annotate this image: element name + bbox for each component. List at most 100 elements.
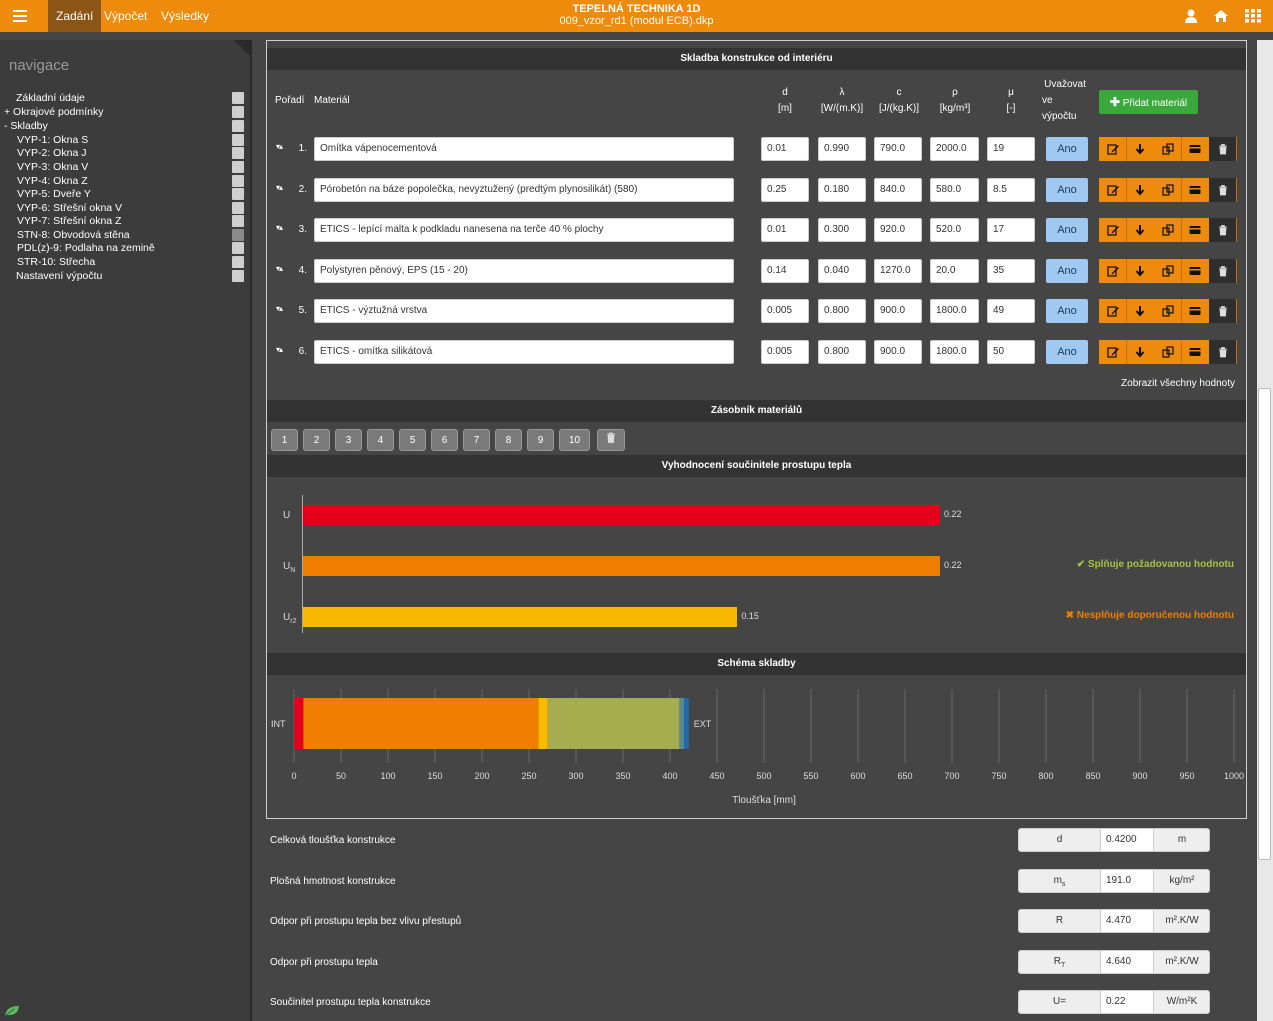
input-rho[interactable]: 520.0 — [930, 218, 979, 242]
edit-button[interactable] — [1099, 137, 1127, 161]
nav-item-checkbox[interactable] — [232, 147, 244, 159]
input-c[interactable]: 1270.0 — [874, 258, 922, 283]
input-rho[interactable]: 580.0 — [930, 177, 979, 202]
trash-button[interactable] — [1209, 177, 1237, 202]
input-d[interactable]: 0.005 — [761, 299, 809, 323]
nav-item-checkbox[interactable] — [232, 134, 244, 146]
user-icon[interactable] — [1183, 9, 1199, 23]
reorder-arrows-icon[interactable]: ▾▴ — [276, 345, 283, 354]
down-button[interactable] — [1126, 177, 1155, 202]
card-button[interactable] — [1181, 339, 1210, 364]
edit-button[interactable] — [1099, 177, 1127, 202]
consider-toggle[interactable]: Ano — [1046, 177, 1088, 202]
stack-slot-button[interactable]: 4 — [367, 429, 394, 451]
input-c[interactable]: 920.0 — [874, 218, 922, 242]
edit-button[interactable] — [1099, 258, 1127, 283]
nav-item-checkbox[interactable] — [232, 175, 244, 187]
trash-button[interactable] — [1209, 218, 1237, 242]
input-material[interactable]: Pórobetón na báze popolečka, nevyztužený… — [314, 177, 734, 202]
card-button[interactable] — [1181, 258, 1210, 283]
reorder-arrows-icon[interactable]: ▾▴ — [276, 142, 283, 151]
down-button[interactable] — [1126, 137, 1155, 161]
card-button[interactable] — [1181, 299, 1210, 323]
nav-item[interactable]: VYP-4: Okna Z — [0, 174, 244, 188]
nav-item[interactable]: VYP-3: Okna V — [0, 160, 244, 174]
stack-delete-button[interactable] — [597, 429, 625, 451]
nav-item-checkbox[interactable] — [232, 120, 244, 132]
trash-button[interactable] — [1209, 299, 1237, 323]
card-button[interactable] — [1181, 177, 1210, 202]
input-lambda[interactable]: 0.800 — [818, 299, 866, 323]
down-button[interactable] — [1126, 299, 1155, 323]
stack-slot-button[interactable]: 2 — [303, 429, 330, 451]
nav-item[interactable]: VYP-7: Střešní okna Z — [0, 214, 244, 228]
stack-slot-button[interactable]: 3 — [335, 429, 362, 451]
input-mu[interactable]: 49 — [987, 299, 1035, 323]
copy-button[interactable] — [1154, 137, 1182, 161]
down-button[interactable] — [1126, 218, 1155, 242]
consider-toggle[interactable]: Ano — [1046, 137, 1088, 161]
down-button[interactable] — [1126, 258, 1155, 283]
nav-item[interactable]: PDL(z)-9: Podlaha na zemině — [0, 241, 244, 255]
input-rho[interactable]: 1800.0 — [930, 339, 979, 364]
input-c[interactable]: 900.0 — [874, 339, 922, 364]
nav-item[interactable]: Základní údaje — [0, 91, 244, 105]
nav-item[interactable]: VYP-2: Okna J — [0, 146, 244, 160]
copy-button[interactable] — [1154, 258, 1182, 283]
input-lambda[interactable]: 0.040 — [818, 258, 866, 283]
input-lambda[interactable]: 0.180 — [818, 177, 866, 202]
input-d[interactable]: 0.14 — [761, 258, 809, 283]
copy-button[interactable] — [1154, 339, 1182, 364]
input-material[interactable]: Omítka vápenocementová — [314, 137, 734, 161]
input-lambda[interactable]: 0.800 — [818, 339, 866, 364]
input-mu[interactable]: 17 — [987, 218, 1035, 242]
input-material[interactable]: ETICS - lepící malta k podkladu nanesena… — [314, 218, 734, 242]
reorder-arrows-icon[interactable]: ▾▴ — [276, 223, 283, 232]
stack-slot-button[interactable]: 6 — [431, 429, 458, 451]
reorder-arrows-icon[interactable]: ▾▴ — [276, 183, 283, 192]
stack-slot-button[interactable]: 5 — [399, 429, 426, 451]
consider-toggle[interactable]: Ano — [1046, 258, 1088, 283]
reorder-arrows-icon[interactable]: ▾▴ — [276, 264, 283, 273]
input-mu[interactable]: 8.5 — [987, 177, 1035, 202]
stack-slot-button[interactable]: 10 — [559, 429, 590, 451]
consider-toggle[interactable]: Ano — [1046, 299, 1088, 323]
nav-item[interactable]: STR-10: Střecha — [0, 255, 244, 269]
input-rho[interactable]: 1800.0 — [930, 299, 979, 323]
nav-item-checkbox[interactable] — [232, 202, 244, 214]
stack-slot-button[interactable]: 1 — [271, 429, 298, 451]
input-d[interactable]: 0.01 — [761, 218, 809, 242]
reorder-arrows-icon[interactable]: ▾▴ — [276, 304, 283, 313]
nav-item[interactable]: - Skladby — [0, 119, 244, 133]
input-c[interactable]: 840.0 — [874, 177, 922, 202]
input-mu[interactable]: 19 — [987, 137, 1035, 161]
input-d[interactable]: 0.005 — [761, 339, 809, 364]
input-material[interactable]: ETICS - omítka silikátová — [314, 339, 734, 364]
trash-button[interactable] — [1209, 258, 1237, 283]
nav-item[interactable]: STN-8: Obvodová stěna — [0, 228, 244, 242]
nav-item[interactable]: VYP-1: Okna S — [0, 133, 244, 147]
input-d[interactable]: 0.01 — [761, 137, 809, 161]
nav-item-checkbox[interactable] — [232, 188, 244, 200]
nav-item-checkbox[interactable] — [232, 242, 244, 254]
consider-toggle[interactable]: Ano — [1046, 339, 1088, 364]
input-rho[interactable]: 20.0 — [930, 258, 979, 283]
input-mu[interactable]: 50 — [987, 339, 1035, 364]
nav-item-checkbox[interactable] — [232, 92, 244, 104]
nav-item-checkbox[interactable] — [232, 215, 244, 227]
nav-item-checkbox[interactable] — [232, 161, 244, 173]
nav-item[interactable]: + Okrajové podmínky — [0, 105, 244, 119]
edit-button[interactable] — [1099, 299, 1127, 323]
show-all-values-link[interactable]: Zobrazit všechny hodnoty — [1121, 378, 1235, 389]
card-button[interactable] — [1181, 218, 1210, 242]
nav-item[interactable]: VYP-5: Dveře Y — [0, 187, 244, 201]
down-button[interactable] — [1126, 339, 1155, 364]
nav-item[interactable]: Nastavení výpočtu — [0, 269, 244, 283]
nav-item-checkbox[interactable] — [232, 106, 244, 118]
consider-toggle[interactable]: Ano — [1046, 218, 1088, 242]
input-c[interactable]: 790.0 — [874, 137, 922, 161]
copy-button[interactable] — [1154, 299, 1182, 323]
scrollbar-thumb[interactable] — [1258, 388, 1271, 860]
input-c[interactable]: 900.0 — [874, 299, 922, 323]
input-material[interactable]: ETICS - výztužná vrstva — [314, 299, 734, 323]
